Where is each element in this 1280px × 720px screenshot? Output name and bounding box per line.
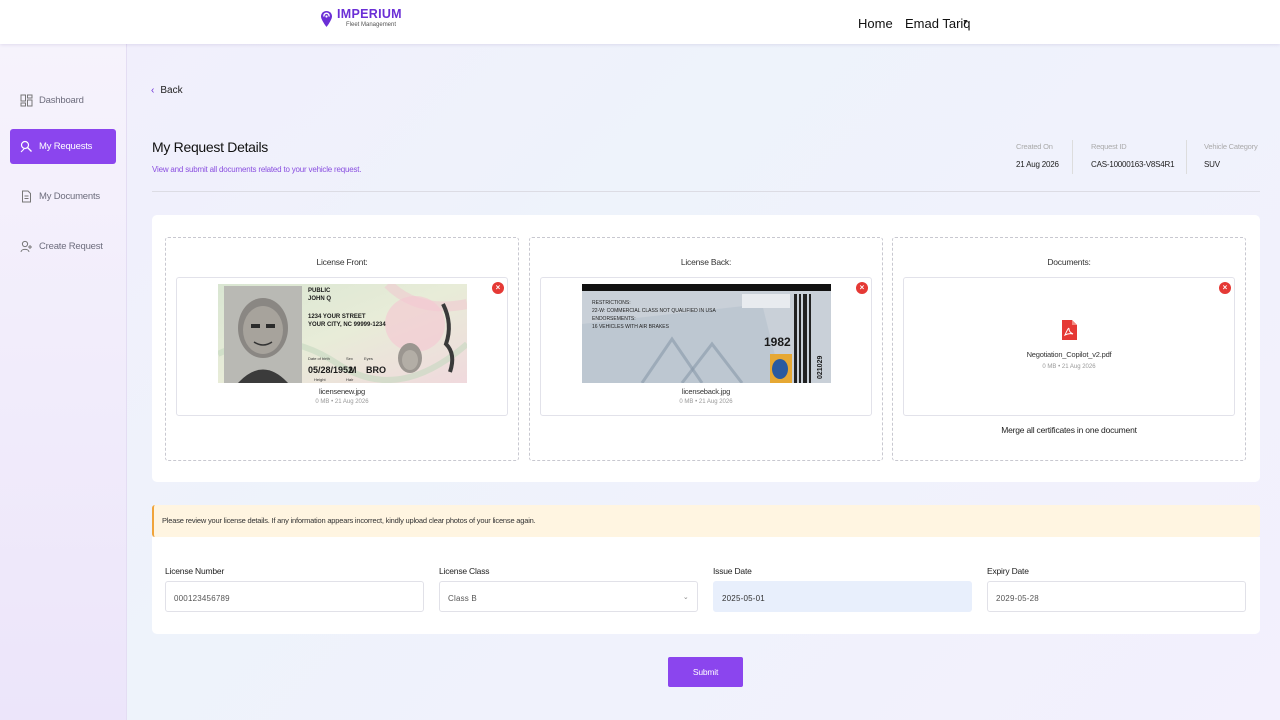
dashboard-icon — [20, 94, 33, 107]
upload-license-back[interactable]: License Back: RESTRICTIONS: 22-W: COMMER… — [529, 237, 883, 461]
sidebar-item-label: Dashboard — [39, 95, 84, 106]
license-back-serial: 021029 — [817, 356, 824, 379]
sidebar-item-my-requests[interactable]: My Requests — [10, 129, 116, 164]
upload-license-front[interactable]: License Front: PUBLIC JOHN Q 1234 YOUR S… — [165, 237, 519, 461]
nav-home-link[interactable]: Home — [858, 16, 893, 31]
license-sex: M — [349, 365, 357, 375]
review-notice: Please review your license details. If a… — [152, 505, 1260, 537]
upload-documents[interactable]: Documents: Negotiation_Copilot_v2.pdf 0 … — [892, 237, 1246, 461]
upload-title: Documents: — [1047, 257, 1091, 267]
license-back-line-3: 16 VEHICLES WITH AIR BRAKES — [592, 324, 670, 330]
license-dob-label: Date of birth — [308, 356, 330, 361]
license-city: YOUR CITY, NC 99999-1234 — [308, 322, 386, 328]
file-meta: 0 MB • 21 Aug 2026 — [315, 399, 369, 405]
upload-title: License Front: — [316, 257, 368, 267]
meta-value: CAS-10000163-V8S4R1 — [1091, 160, 1175, 169]
chevron-left-icon: ‹ — [151, 85, 155, 96]
meta-vehicle-category: Vehicle Category SUV — [1204, 142, 1258, 169]
meta-created-on: Created On 21 Aug 2026 — [1016, 142, 1059, 169]
license-first-name: JOHN Q — [308, 296, 331, 302]
sidebar-item-label: My Requests — [39, 141, 93, 152]
add-user-icon — [20, 240, 33, 253]
document-icon — [20, 190, 33, 203]
license-back-year: 1982 — [764, 335, 791, 349]
file-preview: PUBLIC JOHN Q 1234 YOUR STREET YOUR CITY… — [176, 277, 508, 416]
sidebar-item-label: My Documents — [39, 191, 100, 202]
meta-label: Request ID — [1091, 142, 1127, 151]
license-street: 1234 YOUR STREET — [308, 314, 366, 320]
chevron-down-icon: ⌄ — [682, 594, 689, 601]
expiry-date-field[interactable]: 2029-05-28 — [987, 581, 1246, 612]
back-link[interactable]: ‹ Back — [151, 85, 183, 96]
meta-value: SUV — [1204, 160, 1220, 169]
file-meta: 0 MB • 21 Aug 2026 — [1042, 364, 1096, 370]
meta-value: 21 Aug 2026 — [1016, 160, 1059, 169]
license-number-field[interactable]: 000123456789 — [165, 581, 424, 612]
sidebar: Dashboard My Requests My Documents Creat… — [0, 44, 127, 720]
license-details-form: License Number 000123456789 License Clas… — [152, 537, 1260, 634]
license-class-value: Class B — [448, 594, 477, 603]
issue-date-label: Issue Date — [713, 566, 752, 576]
license-class-label: License Class — [439, 566, 490, 576]
file-name: licenseback.jpg — [681, 387, 731, 396]
license-restrictions: RESTRICTIONS: — [592, 300, 631, 306]
license-sex-label: Sex — [346, 356, 353, 361]
license-dob: 05/28/1952 — [308, 365, 353, 375]
expiry-date-label: Expiry Date — [987, 566, 1029, 576]
file-meta: 0 MB • 21 Aug 2026 — [679, 399, 733, 405]
file-preview: Negotiation_Copilot_v2.pdf 0 MB • 21 Aug… — [903, 277, 1235, 416]
license-hair-label: Hair — [346, 377, 354, 382]
license-front-image: PUBLIC JOHN Q 1234 YOUR STREET YOUR CITY… — [218, 284, 467, 383]
brand-logo[interactable]: IMPERIUM Fleet Management — [320, 8, 402, 29]
license-eyes-label: Eyes — [364, 356, 373, 361]
submit-button[interactable]: Submit — [668, 657, 743, 687]
page-title: My Request Details — [152, 139, 268, 155]
logo-pin-icon — [321, 11, 332, 27]
license-back-line-2: ENDORSEMENTS: — [592, 316, 636, 322]
file-name: Negotiation_Copilot_v2.pdf — [1026, 350, 1112, 359]
divider — [152, 191, 1260, 192]
license-eyes: BRO — [366, 365, 386, 375]
brand-name: IMPERIUM — [337, 7, 402, 21]
user-menu[interactable]: Emad Tariq — [905, 16, 971, 31]
top-bar: IMPERIUM Fleet Management Home Emad Tari… — [0, 0, 1280, 44]
page-subtitle: View and submit all documents related to… — [152, 165, 362, 174]
issue-date-field[interactable]: 2025-05-01 — [713, 581, 972, 612]
documents-card: License Front: PUBLIC JOHN Q 1234 YOUR S… — [152, 215, 1260, 482]
remove-file-button[interactable]: × — [856, 282, 868, 294]
remove-file-button[interactable]: × — [492, 282, 504, 294]
sidebar-item-my-documents[interactable]: My Documents — [10, 179, 116, 214]
file-name: licensenew.jpg — [319, 387, 365, 396]
chevron-down-icon[interactable]: ▼ — [962, 19, 969, 26]
brand-tagline: Fleet Management — [346, 22, 397, 28]
requests-icon — [20, 140, 33, 153]
pdf-icon — [1062, 320, 1077, 340]
divider — [1072, 140, 1073, 174]
sidebar-item-dashboard[interactable]: Dashboard — [10, 83, 116, 118]
meta-label: Created On — [1016, 142, 1053, 151]
upload-title: License Back: — [680, 257, 732, 267]
divider — [1186, 140, 1187, 174]
merge-note: Merge all certificates in one document — [1001, 425, 1137, 435]
license-back-image: RESTRICTIONS: 22-W: COMMERCIAL CLASS NOT… — [582, 284, 831, 383]
file-preview: RESTRICTIONS: 22-W: COMMERCIAL CLASS NOT… — [540, 277, 872, 416]
license-number-label: License Number — [165, 566, 225, 576]
license-back-line-1: 22-W: COMMERCIAL CLASS NOT QUALIFIED IN … — [592, 308, 716, 314]
meta-request-id: Request ID CAS-10000163-V8S4R1 — [1091, 142, 1175, 169]
license-last-name: PUBLIC — [308, 288, 331, 294]
back-label: Back — [160, 85, 183, 96]
license-class-select[interactable]: Class B ⌄ — [439, 581, 698, 612]
meta-label: Vehicle Category — [1204, 142, 1258, 151]
license-height-label: Height — [314, 377, 326, 382]
remove-file-button[interactable]: × — [1219, 282, 1231, 294]
sidebar-item-create-request[interactable]: Create Request — [10, 229, 116, 264]
sidebar-item-label: Create Request — [39, 241, 103, 252]
